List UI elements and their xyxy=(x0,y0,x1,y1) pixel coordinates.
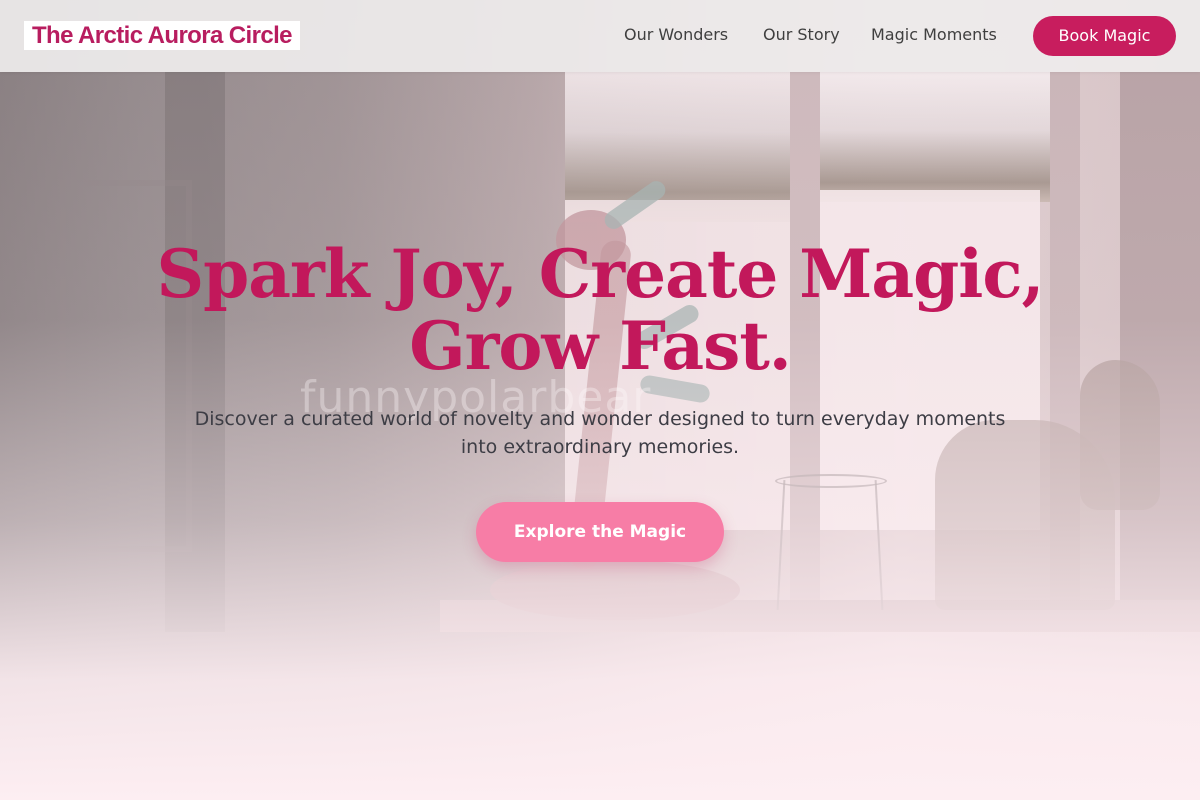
hero-subtitle-line-2: into extraordinary memories. xyxy=(460,436,740,458)
page: funnypolarbear The Arctic Aurora Circle … xyxy=(0,0,1200,800)
hero-subtitle-line-1: Discover a curated world of novelty and … xyxy=(194,408,1006,430)
site-header: The Arctic Aurora Circle Our Wonders Our… xyxy=(0,0,1200,72)
nav-link-our-story[interactable]: Our Story xyxy=(763,24,840,46)
book-magic-button[interactable]: Book Magic xyxy=(1033,16,1176,56)
explore-magic-button[interactable]: Explore the Magic xyxy=(476,502,724,562)
hero-title-line-2: Grow Fast. xyxy=(409,307,792,385)
hero-gradient-overlay xyxy=(0,0,1200,800)
nav-link-magic-moments[interactable]: Magic Moments xyxy=(871,24,997,46)
hero-title-line-1: Spark Joy, Create Magic, xyxy=(156,235,1044,313)
hero-subtitle: Discover a curated world of novelty and … xyxy=(150,405,1050,461)
hero-title: Spark Joy, Create Magic, Grow Fast. xyxy=(100,238,1100,382)
brand-logo[interactable]: The Arctic Aurora Circle xyxy=(24,21,300,50)
nav-link-our-wonders[interactable]: Our Wonders xyxy=(624,24,728,46)
